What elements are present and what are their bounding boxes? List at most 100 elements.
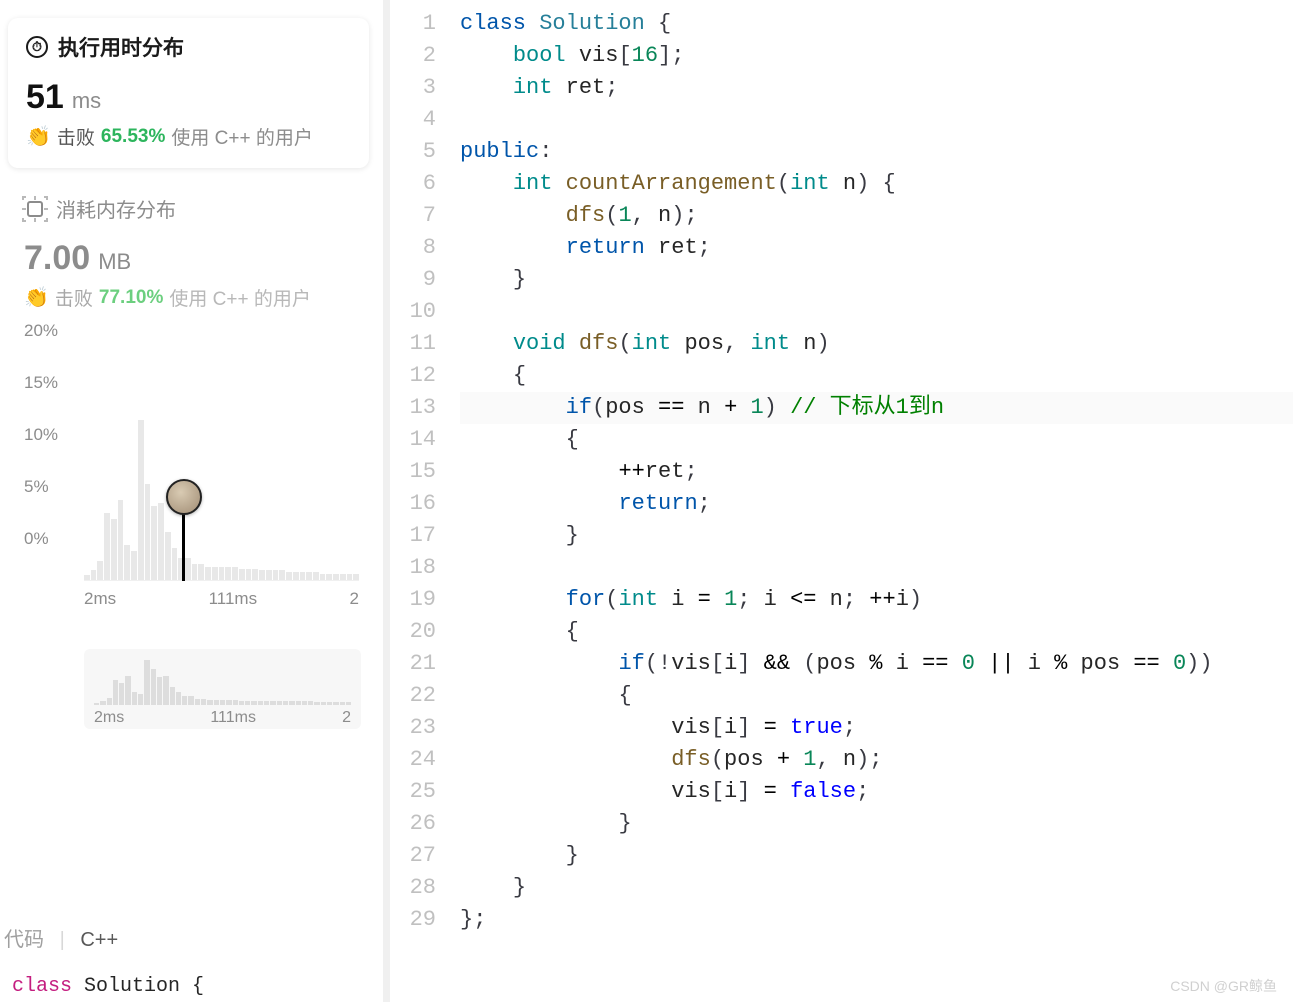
minimap-bar[interactable] bbox=[151, 669, 156, 705]
line-number[interactable]: 24 bbox=[390, 744, 436, 776]
minimap-bar[interactable] bbox=[107, 698, 112, 705]
code-line[interactable]: } bbox=[460, 872, 1293, 904]
code-line[interactable]: void dfs(int pos, int n) bbox=[460, 328, 1293, 360]
minimap-bar[interactable] bbox=[132, 692, 137, 706]
code-line[interactable]: } bbox=[460, 264, 1293, 296]
line-number[interactable]: 3 bbox=[390, 72, 436, 104]
line-number[interactable]: 12 bbox=[390, 360, 436, 392]
chart-bar[interactable] bbox=[353, 574, 359, 580]
code-line[interactable]: { bbox=[460, 424, 1293, 456]
line-number[interactable]: 4 bbox=[390, 104, 436, 136]
minimap-bar[interactable] bbox=[163, 676, 168, 705]
chart-bar[interactable] bbox=[138, 420, 144, 580]
minimap-bar[interactable] bbox=[144, 660, 149, 705]
minimap-bar[interactable] bbox=[125, 676, 130, 705]
chart-bar[interactable] bbox=[286, 572, 292, 580]
chart-bar[interactable] bbox=[219, 567, 225, 580]
line-number[interactable]: 16 bbox=[390, 488, 436, 520]
code-line[interactable]: } bbox=[460, 520, 1293, 552]
minimap-bar[interactable] bbox=[113, 680, 118, 705]
line-number[interactable]: 22 bbox=[390, 680, 436, 712]
code-line[interactable]: return ret; bbox=[460, 232, 1293, 264]
minimap-bars[interactable] bbox=[94, 657, 351, 705]
line-number[interactable]: 15 bbox=[390, 456, 436, 488]
line-number[interactable]: 14 bbox=[390, 424, 436, 456]
chart-bar[interactable] bbox=[185, 558, 191, 580]
runtime-card[interactable]: ⏱ 执行用时分布 51 ms 👏 击败 65.53% 使用 C++ 的用户 bbox=[8, 18, 369, 168]
code-line[interactable] bbox=[460, 552, 1293, 584]
chart-bar[interactable] bbox=[293, 572, 299, 580]
chart-bar[interactable] bbox=[91, 570, 97, 580]
code-line[interactable]: { bbox=[460, 680, 1293, 712]
line-number[interactable]: 21 bbox=[390, 648, 436, 680]
chart-bar[interactable] bbox=[246, 569, 252, 580]
chart-bar[interactable] bbox=[212, 567, 218, 580]
code-line[interactable]: ++ret; bbox=[460, 456, 1293, 488]
chart-bar[interactable] bbox=[239, 569, 245, 580]
language-label[interactable]: C++ bbox=[80, 929, 118, 951]
chart-bar[interactable] bbox=[165, 532, 171, 580]
chart-bar[interactable] bbox=[104, 513, 110, 580]
code-line[interactable]: public: bbox=[460, 136, 1293, 168]
code-line[interactable]: { bbox=[460, 360, 1293, 392]
code-line[interactable]: for(int i = 1; i <= n; ++i) bbox=[460, 584, 1293, 616]
chart-bar[interactable] bbox=[151, 506, 157, 580]
line-number[interactable]: 9 bbox=[390, 264, 436, 296]
minimap-bar[interactable] bbox=[176, 692, 181, 705]
line-number[interactable]: 18 bbox=[390, 552, 436, 584]
line-number[interactable]: 8 bbox=[390, 232, 436, 264]
line-number[interactable]: 5 bbox=[390, 136, 436, 168]
runtime-minimap-chart[interactable]: 2ms111ms2 bbox=[84, 649, 361, 729]
chart-bar[interactable] bbox=[273, 570, 279, 580]
code-line[interactable] bbox=[460, 296, 1293, 328]
runtime-distribution-chart[interactable]: 20%15%10%5%0% 2ms111ms2 bbox=[24, 321, 361, 621]
line-number[interactable]: 1 bbox=[390, 8, 436, 40]
chart-bar[interactable] bbox=[205, 567, 211, 580]
chart-bar[interactable] bbox=[225, 567, 231, 580]
chart-bar[interactable] bbox=[333, 574, 339, 580]
chart-bar[interactable] bbox=[192, 564, 198, 580]
line-number[interactable]: 17 bbox=[390, 520, 436, 552]
chart-bar[interactable] bbox=[131, 551, 137, 580]
chart-bar[interactable] bbox=[111, 519, 117, 580]
chart-bar[interactable] bbox=[266, 570, 272, 580]
line-number[interactable]: 10 bbox=[390, 296, 436, 328]
line-number[interactable]: 27 bbox=[390, 840, 436, 872]
code-line[interactable]: { bbox=[460, 616, 1293, 648]
line-number[interactable]: 19 bbox=[390, 584, 436, 616]
code-line[interactable] bbox=[460, 104, 1293, 136]
line-number[interactable]: 28 bbox=[390, 872, 436, 904]
code-content[interactable]: class Solution { bool vis[16]; int ret; p… bbox=[460, 8, 1293, 936]
chart-bar[interactable] bbox=[97, 561, 103, 580]
code-editor[interactable]: 1234567891011121314151617181920212223242… bbox=[390, 0, 1293, 1002]
code-line[interactable]: class Solution { bbox=[460, 8, 1293, 40]
chart-bar[interactable] bbox=[124, 545, 130, 580]
chart-bar[interactable] bbox=[232, 567, 238, 580]
minimap-bar[interactable] bbox=[119, 683, 124, 706]
line-number[interactable]: 26 bbox=[390, 808, 436, 840]
chart-bar[interactable] bbox=[198, 564, 204, 580]
chart-bar[interactable] bbox=[84, 575, 90, 580]
line-number[interactable]: 6 bbox=[390, 168, 436, 200]
chart-bar[interactable] bbox=[340, 574, 346, 580]
user-avatar-marker[interactable] bbox=[166, 479, 202, 515]
minimap-bar[interactable] bbox=[182, 696, 187, 705]
line-number[interactable]: 11 bbox=[390, 328, 436, 360]
chart-bar[interactable] bbox=[326, 574, 332, 580]
code-line[interactable]: bool vis[16]; bbox=[460, 40, 1293, 72]
chart-bar[interactable] bbox=[306, 572, 312, 580]
code-line[interactable]: if(!vis[i] && (pos % i == 0 || i % pos =… bbox=[460, 648, 1293, 680]
code-line[interactable]: int ret; bbox=[460, 72, 1293, 104]
code-line[interactable]: dfs(1, n); bbox=[460, 200, 1293, 232]
chart-bar[interactable] bbox=[172, 548, 178, 580]
code-line[interactable]: vis[i] = false; bbox=[460, 776, 1293, 808]
chart-bar[interactable] bbox=[252, 569, 258, 580]
code-line[interactable]: } bbox=[460, 840, 1293, 872]
chart-bar[interactable] bbox=[118, 500, 124, 580]
line-gutter[interactable]: 1234567891011121314151617181920212223242… bbox=[390, 8, 460, 936]
line-number[interactable]: 2 bbox=[390, 40, 436, 72]
line-number[interactable]: 23 bbox=[390, 712, 436, 744]
code-line[interactable]: return; bbox=[460, 488, 1293, 520]
minimap-bar[interactable] bbox=[157, 677, 162, 705]
line-number[interactable]: 29 bbox=[390, 904, 436, 936]
